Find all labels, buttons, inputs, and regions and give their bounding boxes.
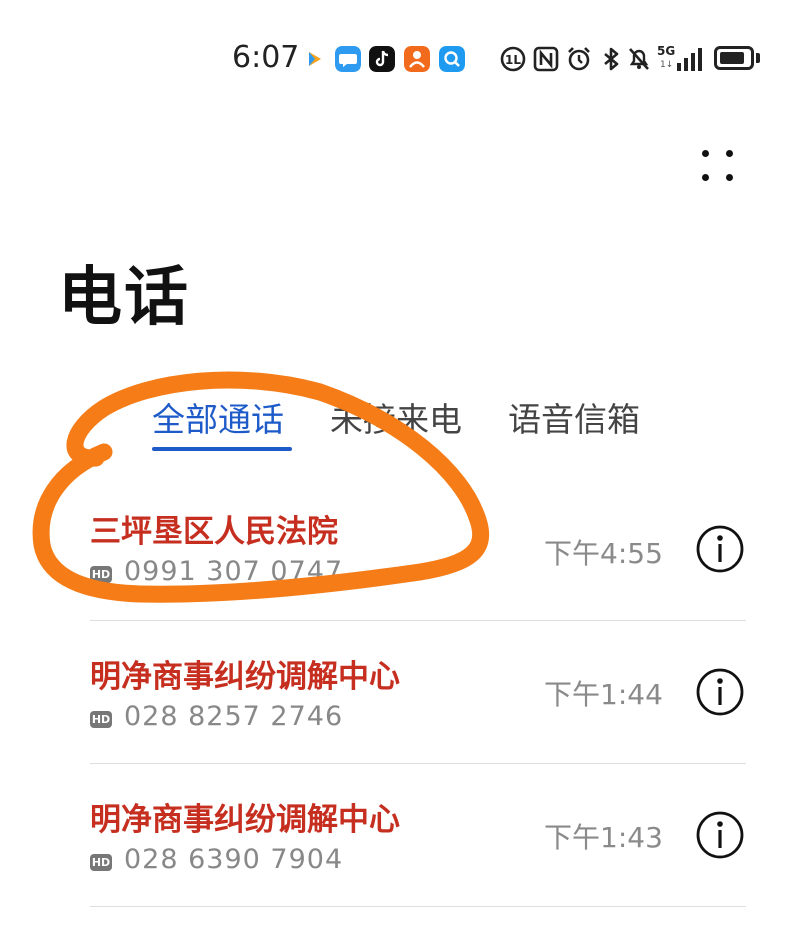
call-info-icon[interactable] bbox=[695, 524, 745, 574]
tab-all-calls[interactable]: 全部通话 bbox=[152, 393, 284, 441]
status-bar: 6:07 1L 5G 1↓ bbox=[0, 0, 800, 120]
battery-tip bbox=[756, 53, 760, 63]
tiktok-icon bbox=[369, 46, 395, 72]
tab-voicemail[interactable]: 语音信箱 bbox=[508, 393, 640, 441]
messages-icon bbox=[335, 46, 361, 72]
battery-level bbox=[720, 52, 744, 64]
more-dot bbox=[726, 150, 733, 157]
alarm-icon bbox=[568, 47, 590, 71]
page-title: 电话 bbox=[58, 261, 190, 335]
volte-icon: 1L bbox=[500, 46, 526, 72]
hd-call-badge: HD bbox=[90, 566, 112, 583]
xiaohongshu-icon bbox=[404, 46, 430, 72]
more-dot bbox=[726, 174, 733, 181]
more-dot bbox=[702, 150, 709, 157]
signal-strength-icon bbox=[677, 48, 702, 71]
mute-icon bbox=[629, 48, 649, 70]
search-app-icon bbox=[439, 46, 465, 72]
prime-video-icon bbox=[309, 52, 321, 66]
call-log-row[interactable]: 三坪垦区人民法院 HD 0991 307 0747 下午4:55 bbox=[0, 477, 800, 620]
nfc-icon bbox=[533, 46, 559, 72]
battery-icon bbox=[714, 46, 754, 70]
tab-missed-calls[interactable]: 未接来电 bbox=[330, 393, 462, 441]
caller-number: 028 8257 2746 bbox=[124, 701, 344, 732]
call-log-row[interactable]: 明净商事纠纷调解中心 HD 028 8257 2746 下午1:44 bbox=[0, 621, 800, 764]
call-time: 下午1:44 bbox=[544, 678, 663, 711]
caller-number: 0991 307 0747 bbox=[124, 556, 344, 587]
network-activity: 1↓ bbox=[660, 60, 674, 70]
more-options-button[interactable] bbox=[696, 144, 744, 192]
call-log-row[interactable]: 明净商事纠纷调解中心 HD 028 6390 7904 下午1:43 bbox=[0, 764, 800, 907]
call-info-icon[interactable] bbox=[695, 667, 745, 717]
call-info-icon[interactable] bbox=[695, 810, 745, 860]
caller-name: 三坪垦区人民法院 bbox=[90, 514, 338, 550]
network-type: 5G bbox=[657, 44, 676, 58]
hd-call-badge: HD bbox=[90, 711, 112, 728]
caller-number: 028 6390 7904 bbox=[124, 844, 344, 875]
active-tab-indicator bbox=[152, 447, 292, 451]
call-time: 下午1:43 bbox=[544, 821, 663, 854]
svg-text:1L: 1L bbox=[505, 53, 521, 67]
caller-name: 明净商事纠纷调解中心 bbox=[90, 659, 400, 695]
status-time: 6:07 bbox=[232, 40, 300, 75]
call-time: 下午4:55 bbox=[544, 537, 663, 570]
bluetooth-icon bbox=[604, 47, 619, 71]
caller-name: 明净商事纠纷调解中心 bbox=[90, 802, 400, 838]
more-dot bbox=[702, 174, 709, 181]
hd-call-badge: HD bbox=[90, 854, 112, 871]
list-divider bbox=[90, 906, 746, 907]
